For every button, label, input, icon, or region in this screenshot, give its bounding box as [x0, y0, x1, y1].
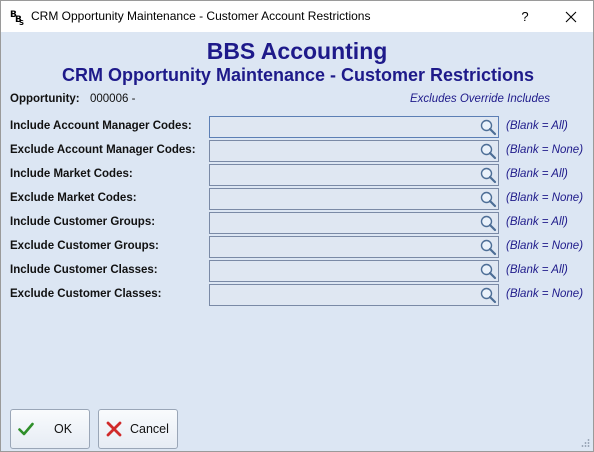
- form-subtitle: CRM Opportunity Maintenance - Customer R…: [61, 65, 535, 85]
- cancel-button-label: Cancel: [130, 422, 169, 436]
- exclude-market-codes-row: Exclude Market Codes: (Blank = None): [1, 188, 593, 210]
- exclude-customer-classes-row: Exclude Customer Classes: (Blank = None): [1, 284, 593, 306]
- svg-text:S: S: [19, 19, 24, 25]
- close-icon: [565, 11, 577, 23]
- include-account-manager-input[interactable]: [209, 116, 499, 138]
- ok-button[interactable]: OK: [10, 409, 90, 449]
- exclude-customer-groups-label: Exclude Customer Groups:: [10, 240, 159, 252]
- exclude-customer-classes-hint: (Blank = None): [506, 288, 584, 300]
- include-account-manager-label: Include Account Manager Codes:: [10, 120, 192, 132]
- include-customer-classes-label: Include Customer Classes:: [10, 264, 158, 276]
- search-icon[interactable]: [479, 142, 497, 160]
- title-bar[interactable]: B B S CRM Opportunity Maintenance - Cust…: [1, 1, 593, 32]
- opportunity-value: 000006 -: [90, 93, 136, 105]
- check-icon: [18, 422, 34, 436]
- include-customer-classes-hint: (Blank = All): [506, 264, 568, 276]
- exclude-account-manager-hint: (Blank = None): [506, 144, 584, 156]
- include-market-codes-input[interactable]: [209, 164, 499, 186]
- exclude-market-codes-input[interactable]: [209, 188, 499, 210]
- exclude-customer-groups-row: Exclude Customer Groups: (Blank = None): [1, 236, 593, 258]
- ok-button-label: OK: [54, 422, 73, 436]
- form-area: BBS Accounting CRM Opportunity Maintenan…: [1, 32, 593, 451]
- search-icon[interactable]: [479, 166, 497, 184]
- app-icon: B B S: [10, 10, 24, 25]
- exclude-market-codes-hint: (Blank = None): [506, 192, 584, 204]
- x-icon: [106, 421, 122, 437]
- resize-grip-icon[interactable]: [580, 438, 590, 448]
- search-icon[interactable]: [479, 214, 497, 232]
- help-button[interactable]: ?: [511, 2, 539, 31]
- exclude-customer-classes-label: Exclude Customer Classes:: [10, 288, 162, 300]
- exclude-account-manager-label: Exclude Account Manager Codes:: [10, 144, 196, 156]
- include-account-manager-hint: (Blank = All): [506, 120, 568, 132]
- opportunity-label: Opportunity:: [10, 93, 80, 105]
- include-customer-groups-label: Include Customer Groups:: [10, 216, 156, 228]
- search-icon[interactable]: [479, 190, 497, 208]
- exclude-account-manager-input[interactable]: [209, 140, 499, 162]
- search-icon[interactable]: [479, 286, 497, 304]
- exclude-customer-classes-input[interactable]: [209, 284, 499, 306]
- company-title: BBS Accounting: [206, 38, 388, 64]
- search-icon[interactable]: [479, 262, 497, 280]
- include-customer-groups-row: Include Customer Groups: (Blank = All): [1, 212, 593, 234]
- exclude-customer-groups-hint: (Blank = None): [506, 240, 584, 252]
- close-button[interactable]: [556, 2, 586, 31]
- exclude-account-manager-row: Exclude Account Manager Codes: (Blank = …: [1, 140, 593, 162]
- excludes-override-note: Excludes Override Includes: [410, 93, 550, 105]
- include-market-codes-row: Include Market Codes: (Blank = All): [1, 164, 593, 186]
- include-market-codes-hint: (Blank = All): [506, 168, 568, 180]
- include-customer-groups-input[interactable]: [209, 212, 499, 234]
- cancel-button[interactable]: Cancel: [98, 409, 178, 449]
- include-market-codes-label: Include Market Codes:: [10, 168, 133, 180]
- dialog-window: B B S CRM Opportunity Maintenance - Cust…: [0, 0, 594, 452]
- exclude-market-codes-label: Exclude Market Codes:: [10, 192, 137, 204]
- exclude-customer-groups-input[interactable]: [209, 236, 499, 258]
- include-customer-groups-hint: (Blank = All): [506, 216, 568, 228]
- include-account-manager-row: Include Account Manager Codes: (Blank = …: [1, 116, 593, 138]
- search-icon[interactable]: [479, 238, 497, 256]
- search-icon[interactable]: [479, 118, 497, 136]
- include-customer-classes-row: Include Customer Classes: (Blank = All): [1, 260, 593, 282]
- include-customer-classes-input[interactable]: [209, 260, 499, 282]
- window-title: CRM Opportunity Maintenance - Customer A…: [31, 9, 371, 23]
